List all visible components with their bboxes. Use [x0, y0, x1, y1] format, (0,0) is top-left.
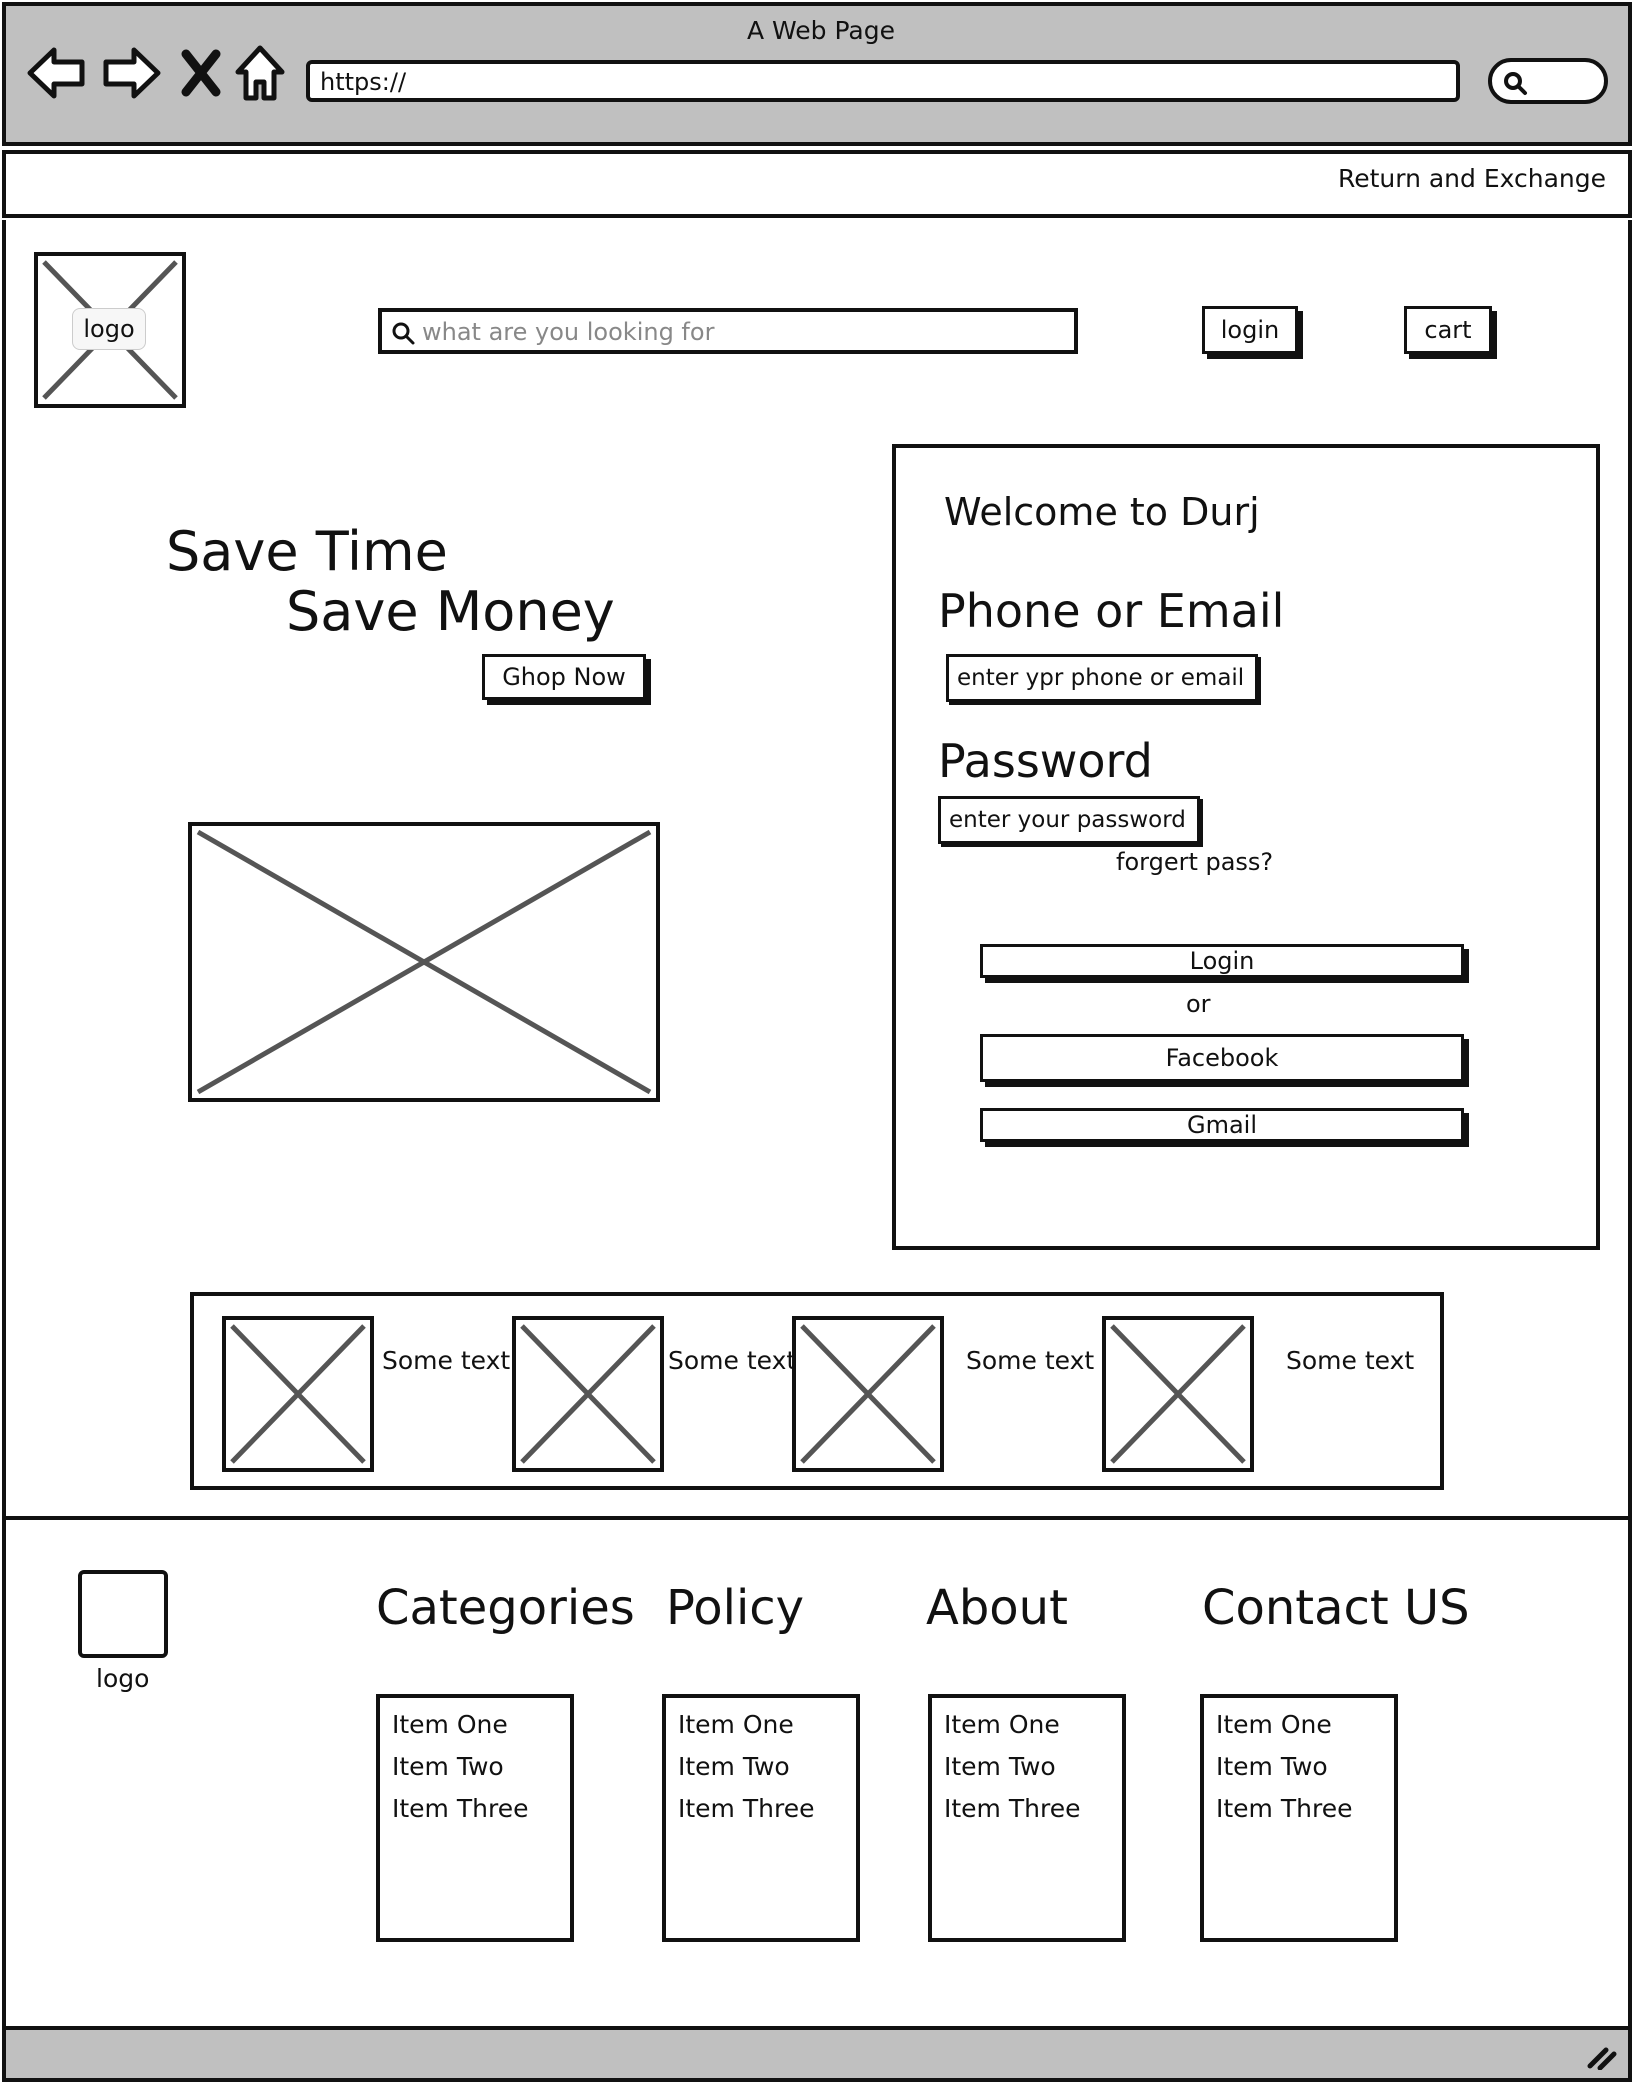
gmail-login-button[interactable]: Gmail	[980, 1108, 1464, 1142]
phone-email-field[interactable]	[946, 654, 1258, 702]
footer-link[interactable]: Item Two	[678, 1746, 844, 1788]
back-button[interactable]	[26, 44, 88, 102]
site-search-input[interactable]	[422, 314, 1062, 350]
footer-list-categories: Item One Item Two Item Three	[376, 1694, 574, 1942]
home-icon	[235, 45, 285, 101]
feature-text: Some text	[1286, 1346, 1415, 1375]
footer-link[interactable]: Item One	[392, 1704, 558, 1746]
status-bar	[2, 2026, 1632, 2082]
feature-text: Some text	[382, 1346, 511, 1375]
feature-image-placeholder[interactable]	[512, 1316, 664, 1472]
footer-link[interactable]: Item Two	[944, 1746, 1110, 1788]
home-button[interactable]	[234, 44, 286, 102]
footer-link[interactable]: Item Three	[944, 1788, 1110, 1830]
feature-image-placeholder[interactable]	[1102, 1316, 1254, 1472]
arrow-left-icon	[27, 47, 85, 99]
feature-image-placeholder[interactable]	[222, 1316, 374, 1472]
footer-logo[interactable]	[78, 1570, 168, 1658]
feature-text: Some text	[668, 1346, 797, 1375]
facebook-login-button[interactable]: Facebook	[980, 1034, 1464, 1082]
resize-grip-icon[interactable]	[1586, 2042, 1618, 2070]
site-search-bar[interactable]	[378, 308, 1078, 354]
footer-link[interactable]: Item Two	[392, 1746, 558, 1788]
footer-logo-label: logo	[96, 1664, 150, 1693]
password-field[interactable]	[938, 796, 1200, 844]
hero-image-placeholder	[188, 822, 660, 1102]
footer-heading-policy: Policy	[666, 1580, 805, 1636]
footer-link[interactable]: Item Three	[1216, 1788, 1382, 1830]
login-button[interactable]: login	[1202, 306, 1298, 354]
footer-list-policy: Item One Item Two Item Three	[662, 1694, 860, 1942]
feature-text: Some text	[966, 1346, 1095, 1375]
footer-link[interactable]: Item One	[678, 1704, 844, 1746]
feature-image-placeholder[interactable]	[792, 1316, 944, 1472]
search-icon	[392, 322, 415, 345]
footer-link[interactable]: Item Two	[1216, 1746, 1382, 1788]
close-icon	[181, 49, 221, 97]
or-divider: or	[1186, 990, 1211, 1018]
submit-login-button[interactable]: Login	[980, 944, 1464, 978]
shop-now-button[interactable]: Ghop Now	[482, 654, 646, 700]
footer-divider	[2, 1516, 1632, 1520]
footer-link[interactable]: Item Three	[392, 1788, 558, 1830]
password-label: Password	[938, 734, 1153, 788]
footer-list-about: Item One Item Two Item Three	[928, 1694, 1126, 1942]
footer-link[interactable]: Item Three	[678, 1788, 844, 1830]
image-placeholder-icon	[800, 1324, 936, 1464]
logo-label: logo	[72, 308, 146, 350]
image-placeholder-icon	[1110, 1324, 1246, 1464]
browser-search-box[interactable]	[1488, 58, 1608, 104]
phone-email-label: Phone or Email	[938, 584, 1285, 638]
window-title: A Web Page	[746, 16, 896, 45]
footer-heading-about: About	[926, 1580, 1068, 1636]
footer-link[interactable]: Item One	[944, 1704, 1110, 1746]
address-bar[interactable]: https://	[306, 60, 1460, 102]
cart-button[interactable]: cart	[1404, 306, 1492, 354]
forgot-password-link[interactable]: forgert pass?	[1116, 848, 1273, 876]
arrow-right-icon	[103, 47, 161, 99]
image-placeholder-icon	[196, 829, 652, 1095]
address-text: https://	[320, 68, 407, 96]
footer-link[interactable]: Item One	[1216, 1704, 1382, 1746]
stop-button[interactable]	[180, 48, 222, 98]
search-icon	[1504, 72, 1527, 95]
footer-list-contact: Item One Item Two Item Three	[1200, 1694, 1398, 1942]
hero-headline-1: Save Time	[166, 520, 448, 583]
footer-heading-contact: Contact US	[1202, 1580, 1470, 1636]
return-exchange-link[interactable]: Return and Exchange	[1338, 164, 1606, 193]
image-placeholder-icon	[520, 1324, 656, 1464]
forward-button[interactable]	[100, 44, 162, 102]
welcome-heading: Welcome to Durj	[944, 490, 1260, 534]
top-bar: Return and Exchange	[2, 150, 1632, 218]
hero-headline-2: Save Money	[286, 580, 615, 643]
footer-heading-categories: Categories	[376, 1580, 635, 1636]
image-placeholder-icon	[230, 1324, 366, 1464]
